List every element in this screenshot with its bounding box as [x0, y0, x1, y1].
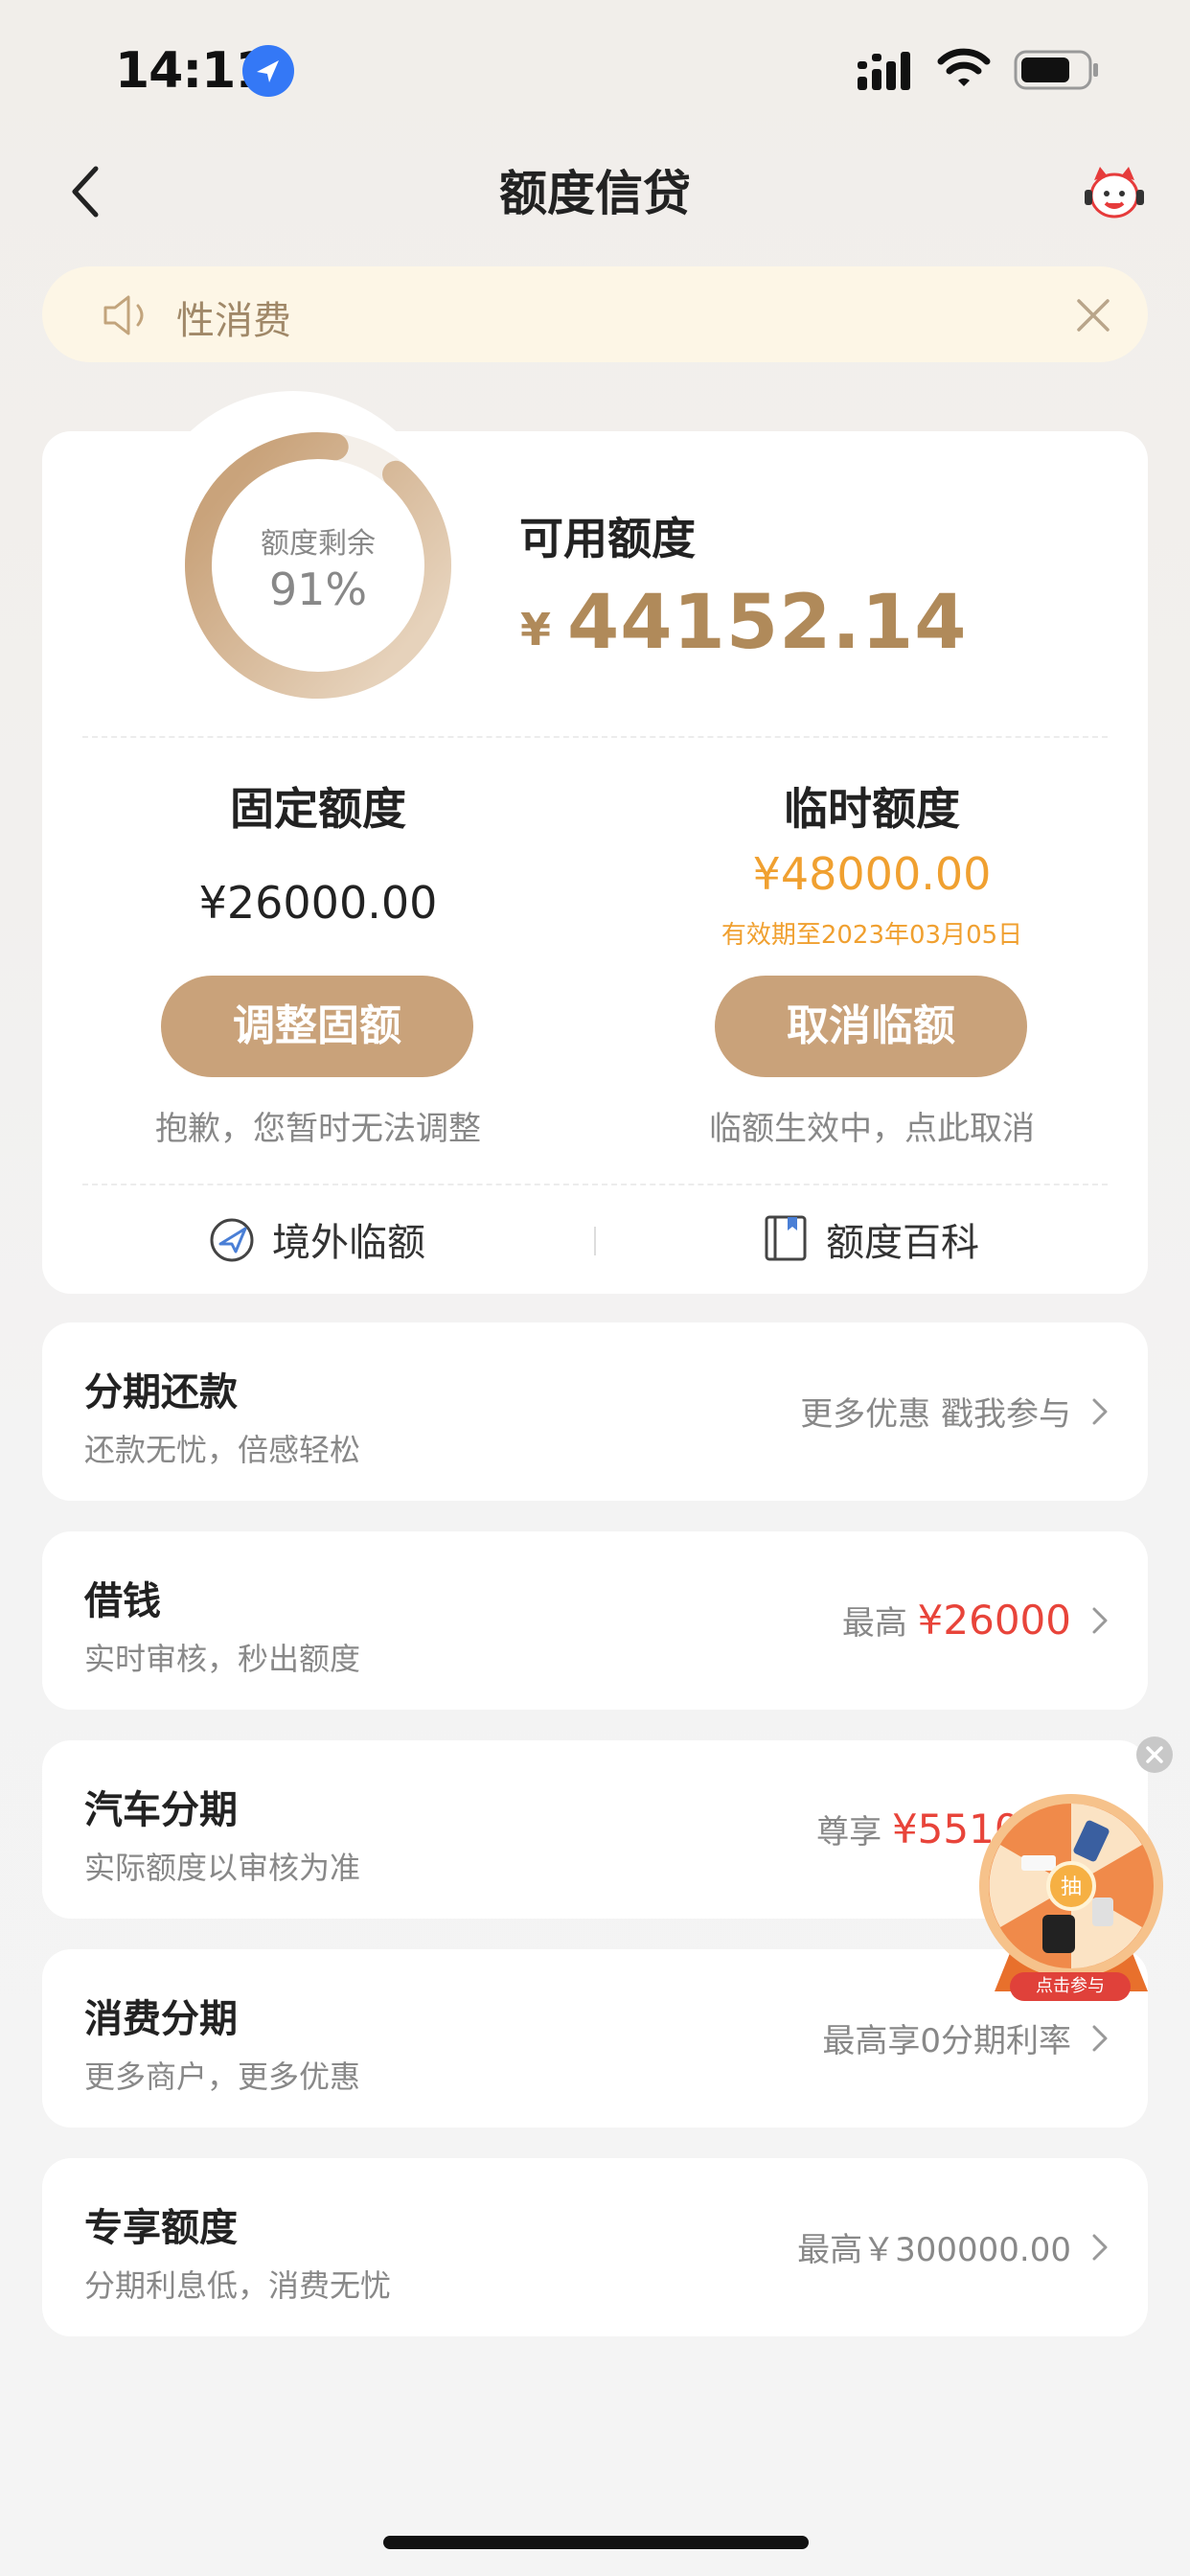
- list-item-subtitle: 实时审核，秒出额度: [84, 1641, 361, 1677]
- available-credit-value: 44152.14: [567, 580, 968, 666]
- list-item-installment-repayment[interactable]: 分期还款 还款无忧，倍感轻松 更多优惠 戳我参与: [42, 1322, 1148, 1501]
- list-item-title: 分期还款: [84, 1370, 238, 1414]
- lottery-wheel-center-text: 抽: [1061, 1875, 1082, 1899]
- divider: [82, 736, 1108, 738]
- page-title: 额度信贷: [499, 166, 691, 221]
- temporary-credit-title: 临时额度: [784, 783, 960, 835]
- customer-service-mascot-icon[interactable]: [1081, 161, 1148, 222]
- fixed-credit-hint: 抱歉，您暂时无法调整: [155, 1110, 481, 1148]
- divider: [594, 1227, 596, 1255]
- overseas-temporary-credit-link[interactable]: 境外临额: [272, 1211, 425, 1267]
- speaker-icon: [100, 293, 153, 337]
- list-item-title: 借钱: [84, 1579, 161, 1623]
- divider: [82, 1184, 1108, 1185]
- adjust-fixed-credit-button[interactable]: 调整固额: [161, 976, 473, 1077]
- credit-encyclopedia-link[interactable]: 额度百科: [826, 1211, 979, 1267]
- cancel-temporary-credit-button[interactable]: 取消临额: [715, 976, 1027, 1077]
- temporary-credit-amount: ¥48000.00: [752, 848, 992, 900]
- close-float-widget-button[interactable]: [1136, 1736, 1173, 1773]
- list-item-subtitle: 实际额度以审核为准: [84, 1850, 361, 1886]
- list-item-title: 消费分期: [84, 1997, 238, 2041]
- available-credit-currency: ¥: [520, 604, 552, 656]
- list-item-right-text: 最高享0分期利率: [822, 2022, 1071, 2060]
- chevron-right-icon: [1090, 2232, 1110, 2263]
- book-icon: [761, 1213, 811, 1263]
- list-item-right-text: 最高￥300000.00: [797, 2231, 1071, 2269]
- chevron-right-icon: [1090, 2023, 1110, 2054]
- temporary-credit-expiry: 有效期至2023年03月05日: [721, 921, 1023, 950]
- lottery-wheel-widget[interactable]: 抽: [975, 1790, 1167, 2001]
- cellular-signal-icon: [856, 50, 919, 92]
- temporary-credit-hint[interactable]: 临额生效中，点此取消: [652, 1102, 1092, 1149]
- close-icon[interactable]: [1075, 297, 1111, 334]
- available-credit-title: 可用额度: [519, 513, 696, 564]
- list-item-right-text: 最高 ¥26000: [841, 1597, 1071, 1644]
- fixed-credit-amount: ¥26000.00: [198, 877, 438, 929]
- list-item-exclusive-credit[interactable]: 专享额度 分期利息低，消费无忧 最高￥300000.00: [42, 2158, 1148, 2336]
- location-arrow-icon: [242, 45, 294, 97]
- ring-percent: 91%: [268, 564, 368, 615]
- home-indicator[interactable]: [383, 2536, 809, 2549]
- fixed-credit-title: 固定额度: [230, 783, 406, 835]
- overseas-plane-icon: [207, 1215, 257, 1265]
- ring-label: 额度剩余: [261, 527, 376, 561]
- list-item-subtitle: 分期利息低，消费无忧: [84, 2267, 392, 2304]
- list-item-right-text: 更多优惠 戳我参与: [800, 1395, 1071, 1434]
- chevron-right-icon: [1090, 1396, 1110, 1427]
- wifi-icon: [937, 48, 991, 90]
- list-item-title: 专享额度: [84, 2206, 238, 2250]
- list-item-subtitle: 更多商户，更多优惠: [84, 2058, 361, 2095]
- status-bar: 14:11: [0, 0, 1190, 134]
- notice-text: 性消费: [176, 299, 291, 343]
- notice-bar[interactable]: 性消费: [42, 266, 1148, 362]
- lottery-wheel-label[interactable]: 点击参与: [1010, 1972, 1131, 2001]
- chevron-right-icon: [1090, 1605, 1110, 1636]
- battery-icon: [1014, 50, 1100, 90]
- list-item-subtitle: 还款无忧，倍感轻松: [84, 1432, 361, 1468]
- list-item-title: 汽车分期: [84, 1788, 238, 1832]
- list-item-borrow-money[interactable]: 借钱 实时审核，秒出额度 最高 ¥26000: [42, 1531, 1148, 1710]
